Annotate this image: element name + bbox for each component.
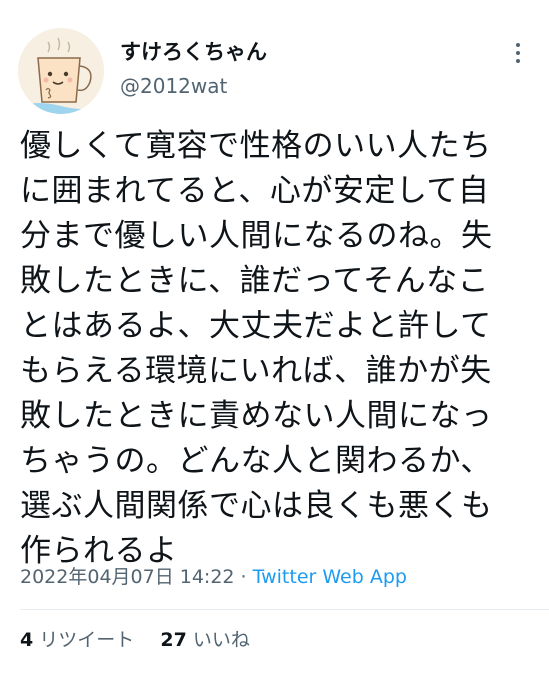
tweet-text-line: に囲まれてると、心が安定して自 <box>20 173 490 209</box>
tweet-text-line: 敗したときに責めない人間になっ <box>20 398 493 434</box>
tweet-text: 優しくて寛容で性格のいい人たち に囲まれてると、心が安定して自 分まで優しい人間… <box>20 124 532 574</box>
divider <box>20 609 549 610</box>
mug-character-icon <box>18 28 104 114</box>
tweet-text-line: 分まで優しい人間になるのね。失 <box>20 218 493 254</box>
retweets-stat[interactable]: 4 リツイート <box>20 626 134 654</box>
tweet-text-line: もらえる環境にいれば、誰かが失 <box>20 353 492 389</box>
source-link[interactable]: Twitter Web App <box>253 566 407 588</box>
likes-stat[interactable]: 27 いいね <box>160 626 250 654</box>
retweets-count: 4 <box>20 629 34 651</box>
tweet-text-line: とはあるよ、大丈夫だよと許して <box>20 308 492 344</box>
timestamp[interactable]: 2022年04月07日 14:22 <box>20 566 235 588</box>
tweet-detail: すけろくちゃん @2012wat 優しくて寛容で性格のいい人たち に囲まれてると… <box>0 0 549 680</box>
tweet-stats: 4 リツイート 27 いいね <box>20 626 250 654</box>
meta-separator: · <box>234 566 253 588</box>
tweet-text-line: ちゃうの。どんな人と関わるか、 <box>20 443 492 479</box>
retweets-label: リツイート <box>39 629 135 651</box>
tweet-text-line: 敗したときに、誰だってそんなこ <box>20 263 490 299</box>
tweet-meta: 2022年04月07日 14:22 · Twitter Web App <box>20 563 407 591</box>
more-options-icon[interactable] <box>508 38 528 68</box>
avatar[interactable] <box>18 28 104 114</box>
tweet-text-line: 選ぶ人間関係で心は良くも悪くも <box>20 488 493 524</box>
user-handle[interactable]: @2012wat <box>120 72 227 100</box>
tweet-text-line: 優しくて寛容で性格のいい人たち <box>20 128 492 164</box>
likes-label: いいね <box>192 629 250 651</box>
display-name[interactable]: すけろくちゃん <box>120 38 267 66</box>
likes-count: 27 <box>160 629 187 651</box>
